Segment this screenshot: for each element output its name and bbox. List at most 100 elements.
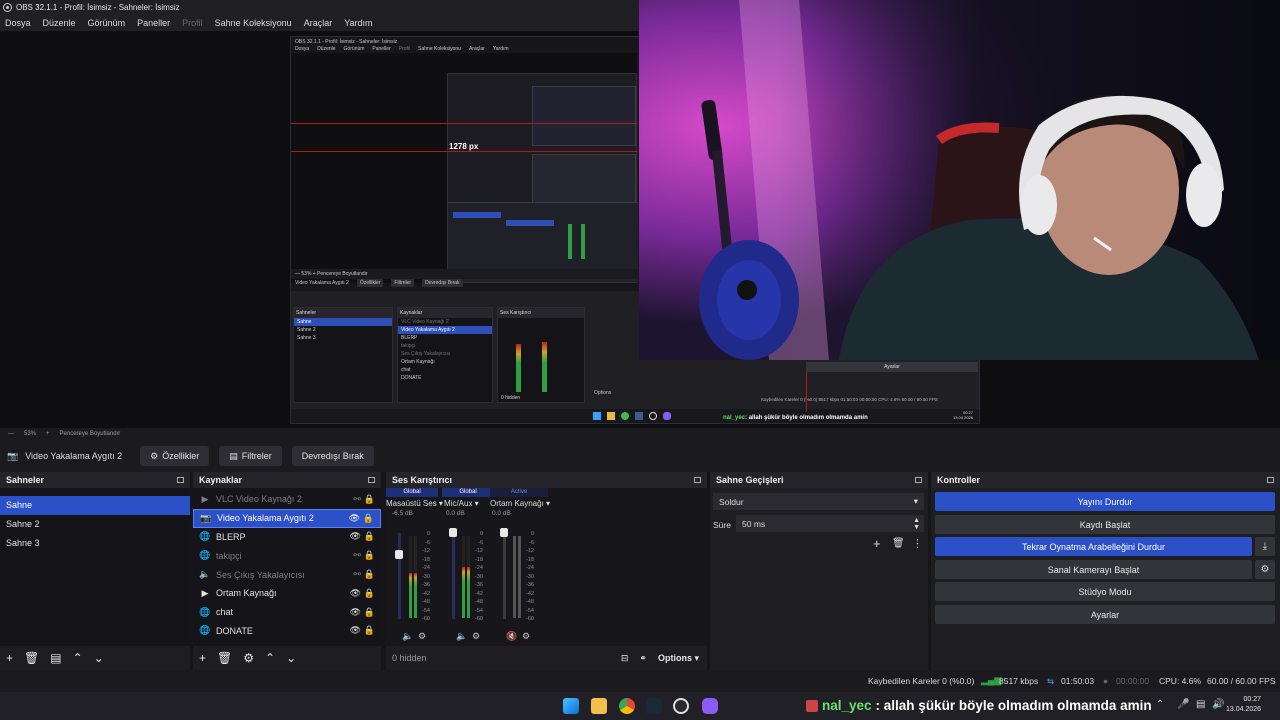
chevron-down-icon[interactable]: ⌄: [94, 651, 104, 665]
chevron-up-icon[interactable]: ⌃: [1156, 699, 1164, 710]
duration-spinbox[interactable]: 50 ms ▲ ▼: [736, 515, 924, 532]
volume-slider[interactable]: [503, 533, 506, 619]
source-item[interactable]: ▶ VLC Video Kaynağı 2 ⚯ 🔒: [193, 490, 381, 509]
properties-button[interactable]: ⚙ Özellikler: [140, 446, 210, 466]
gear-icon[interactable]: ⚙: [522, 631, 530, 642]
channel-name[interactable]: Ortam Kaynağı ▾: [490, 497, 550, 508]
fit-to-window[interactable]: Pencereye Boyutlandır: [60, 431, 121, 437]
stop-replay-buffer-button[interactable]: Tekrar Oynatma Arabelleğini Durdur: [935, 537, 1252, 556]
gear-icon[interactable]: ⚙: [418, 631, 426, 642]
discord-icon[interactable]: [702, 698, 718, 714]
speaker-icon[interactable]: 🔈: [456, 631, 467, 642]
menu-dosya[interactable]: Dosya: [5, 18, 31, 28]
source-item[interactable]: 🌐 takipçi ⚯ 🔒: [193, 546, 381, 565]
source-item[interactable]: 🌐 BLERP 👁 🔒: [193, 528, 381, 547]
file-explorer-icon[interactable]: [591, 698, 607, 714]
steam-icon[interactable]: [646, 698, 662, 714]
volume-knob[interactable]: [500, 528, 508, 537]
menu-gorunum[interactable]: Görünüm: [88, 18, 126, 28]
menu-araclar[interactable]: Araçlar: [304, 18, 333, 28]
network-icon[interactable]: ▤: [1196, 699, 1205, 710]
trash-icon[interactable]: 🗑: [892, 538, 905, 549]
add-icon[interactable]: +: [199, 651, 206, 665]
menu-paneller[interactable]: Paneller: [137, 18, 170, 28]
save-replay-icon[interactable]: ⤓: [1255, 537, 1275, 556]
gear-icon[interactable]: ⚙: [1255, 560, 1275, 579]
channel-name[interactable]: Masaüstü Ses ▾: [386, 497, 443, 508]
trash-icon[interactable]: 🗑: [24, 651, 39, 665]
lock-icon[interactable]: 🔒: [364, 550, 375, 561]
chevron-up-icon[interactable]: ⌃: [73, 651, 83, 665]
windows-start-icon[interactable]: [563, 698, 579, 714]
lock-icon[interactable]: 🔒: [364, 494, 375, 505]
restore-icon[interactable]: [694, 477, 701, 483]
gear-icon[interactable]: ⚙: [472, 631, 480, 642]
restore-icon[interactable]: [177, 477, 184, 483]
channel-name[interactable]: Mic/Aux ▾: [442, 497, 494, 508]
volume-slider[interactable]: [452, 533, 455, 619]
lock-icon[interactable]: 🔒: [364, 625, 375, 636]
scenes-dock: Sahneler Sahne Sahne 2 Sahne 3 + 🗑 ▤ ⌃ ⌄: [0, 472, 190, 670]
db-tick-label: -18: [475, 556, 483, 563]
eye-icon[interactable]: 👁: [350, 588, 361, 599]
stop-stream-button[interactable]: Yayını Durdur: [935, 492, 1275, 511]
gear-icon[interactable]: ⚙: [243, 651, 254, 665]
filter-icon[interactable]: ▤: [50, 651, 61, 665]
volume-icon[interactable]: 🔊: [1212, 699, 1224, 710]
studio-mode-button[interactable]: Stüdyo Modu: [935, 582, 1275, 601]
zoom-out-button[interactable]: —: [8, 431, 14, 437]
source-item[interactable]: 🌐 chat 👁 🔒: [193, 603, 381, 622]
lock-icon[interactable]: 🔒: [364, 531, 375, 542]
add-icon[interactable]: +: [873, 536, 881, 551]
scene-item[interactable]: Sahne 3: [0, 534, 190, 553]
chevron-up-icon[interactable]: ⌃: [265, 651, 275, 665]
menu-profil[interactable]: Profil: [182, 18, 203, 28]
eye-hidden-icon[interactable]: ⚯: [353, 550, 361, 561]
zoom-in-button[interactable]: +: [46, 431, 50, 437]
transition-select[interactable]: Soldur ▾: [713, 493, 924, 510]
add-icon[interactable]: +: [6, 651, 13, 665]
volume-slider[interactable]: [398, 533, 401, 619]
link-icon[interactable]: ⚭: [639, 653, 647, 664]
eye-hidden-icon[interactable]: ⚯: [353, 569, 361, 580]
microphone-icon[interactable]: 🎤: [1177, 699, 1189, 710]
options-dropdown[interactable]: Options ▾: [658, 653, 699, 664]
lock-icon[interactable]: 🔒: [364, 588, 375, 599]
layout-icon[interactable]: ⊟: [621, 653, 629, 664]
lock-icon[interactable]: 🔒: [364, 569, 375, 580]
restore-icon[interactable]: [915, 477, 922, 483]
muted-speaker-icon[interactable]: 🔇: [506, 631, 517, 642]
eye-icon[interactable]: 👁: [350, 625, 361, 636]
speaker-icon[interactable]: 🔈: [402, 631, 413, 642]
lock-icon[interactable]: 🔒: [363, 513, 374, 524]
start-virtual-camera-button[interactable]: Sanal Kamerayı Başlat: [935, 560, 1252, 579]
trash-icon[interactable]: 🗑: [217, 651, 232, 665]
lock-icon[interactable]: 🔒: [364, 607, 375, 618]
chevron-down-icon[interactable]: ⌄: [286, 651, 296, 665]
eye-icon[interactable]: 👁: [350, 531, 361, 542]
settings-button[interactable]: Ayarlar: [935, 605, 1275, 624]
menu-duzenle[interactable]: Düzenle: [43, 18, 76, 28]
volume-knob[interactable]: [395, 550, 403, 559]
source-item[interactable]: 📷 Video Yakalama Aygıtı 2 👁 🔒: [193, 508, 381, 528]
disable-button[interactable]: Devredışı Bırak: [291, 446, 374, 466]
chrome-icon[interactable]: [619, 698, 635, 714]
eye-icon[interactable]: 👁: [349, 513, 360, 524]
restore-icon[interactable]: [368, 477, 375, 483]
menu-yardim[interactable]: Yardım: [344, 18, 372, 28]
more-icon[interactable]: ⋮: [912, 537, 923, 550]
obs-icon[interactable]: [673, 698, 689, 714]
filters-button[interactable]: ▤ Filtreler: [219, 446, 282, 466]
eye-icon[interactable]: 👁: [350, 607, 361, 618]
source-item[interactable]: ▶ Ortam Kaynağı 👁 🔒: [193, 584, 381, 603]
menu-sahne-koleksiyonu[interactable]: Sahne Koleksiyonu: [215, 18, 292, 28]
restore-icon[interactable]: [1267, 477, 1274, 483]
volume-knob[interactable]: [449, 528, 457, 537]
source-item[interactable]: 🔈 Ses Çıkış Yakalayıcısı ⚯ 🔒: [193, 565, 381, 584]
eye-hidden-icon[interactable]: ⚯: [353, 494, 361, 505]
scene-item[interactable]: Sahne 2: [0, 515, 190, 534]
source-item[interactable]: 🌐 DONATE 👁 🔒: [193, 622, 381, 641]
scene-item[interactable]: Sahne: [0, 496, 190, 515]
start-recording-button[interactable]: Kaydı Başlat: [935, 515, 1275, 534]
taskbar-clock[interactable]: 00:27 13.04.2026: [1226, 695, 1261, 715]
